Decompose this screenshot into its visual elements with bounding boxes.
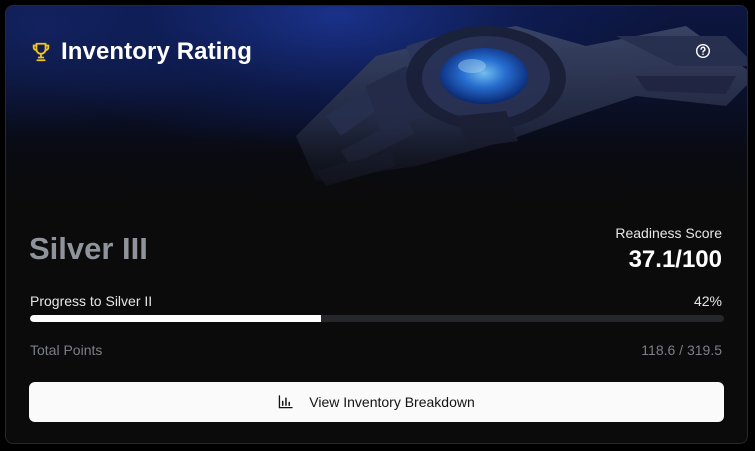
trophy-icon (32, 42, 50, 62)
card-title: Inventory Rating (61, 38, 252, 65)
progress-bar (30, 315, 724, 322)
view-inventory-breakdown-button[interactable]: View Inventory Breakdown (29, 382, 724, 422)
hero-banner (6, 6, 747, 216)
total-points-label: Total Points (30, 342, 103, 358)
bar-chart-icon (279, 395, 293, 409)
inventory-rating-card: Inventory Rating Silver III Readiness Sc… (5, 5, 748, 444)
progress-bar-fill (30, 315, 322, 322)
readiness-score-value: 37.1/100 (628, 246, 722, 273)
card-header: Inventory Rating (30, 38, 252, 66)
readiness-score-label: Readiness Score (615, 225, 722, 241)
current-rank: Silver III (29, 231, 148, 266)
hero-fade (6, 126, 747, 216)
total-points-value: 118.6 / 319.5 (641, 342, 722, 358)
progress-percent: 42% (693, 293, 722, 309)
view-inventory-breakdown-label: View Inventory Breakdown (309, 394, 475, 410)
progress-label: Progress to Silver II (30, 293, 153, 309)
help-circle-icon[interactable] (694, 42, 712, 60)
